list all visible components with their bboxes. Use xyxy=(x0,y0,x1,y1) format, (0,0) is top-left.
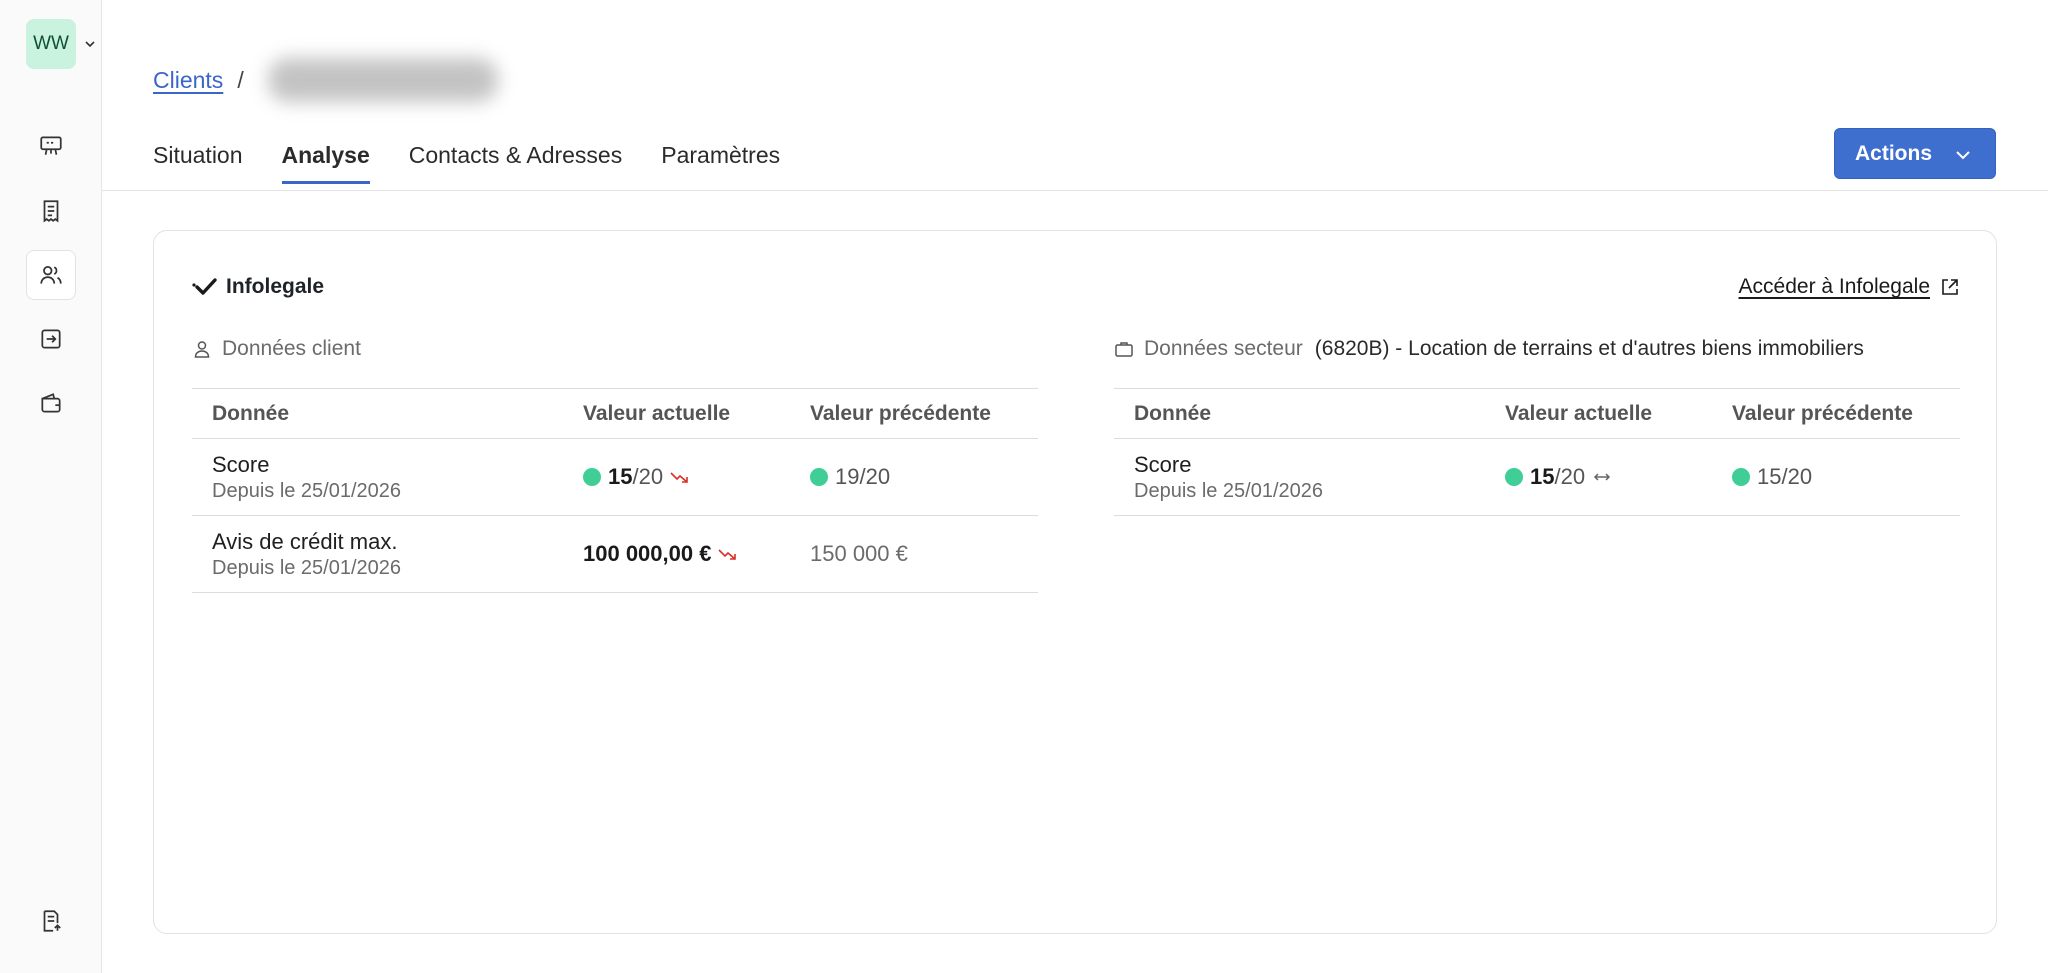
column-header: Valeur actuelle xyxy=(583,388,810,439)
sector-data-table: Donnée Valeur actuelle Valeur précédente… xyxy=(1114,388,1960,516)
trend-down-icon xyxy=(718,549,737,560)
row-label: Score xyxy=(1134,451,1192,477)
nav-wallet[interactable] xyxy=(26,378,76,428)
row-label: Score xyxy=(212,451,270,477)
table-row: Avis de crédit max. Depuis le 25/01/2026… xyxy=(192,515,1038,593)
column-header: Valeur actuelle xyxy=(1505,388,1732,439)
column-header: Valeur précédente xyxy=(810,388,1038,439)
sidebar: WW xyxy=(0,0,102,973)
tab-parametres[interactable]: Paramètres xyxy=(661,142,780,182)
tab-contacts-adresses[interactable]: Contacts & Adresses xyxy=(409,142,623,182)
presentation-icon xyxy=(40,136,62,155)
external-link-label: Accéder à Infolegale xyxy=(1738,275,1930,298)
column-header: Valeur précédente xyxy=(1732,388,1960,439)
client-data-heading: Données client xyxy=(192,334,1038,364)
row-since: Depuis le 25/01/2026 xyxy=(1134,479,1324,502)
header-divider xyxy=(102,190,2048,191)
user-icon xyxy=(194,341,210,358)
current-score-suffix: /20 xyxy=(632,464,664,489)
nav-invoices[interactable] xyxy=(26,186,76,236)
check-icon xyxy=(192,278,217,295)
current-value: 100 000,00 € xyxy=(583,541,810,567)
actions-button[interactable]: Actions xyxy=(1834,128,1996,179)
receipt-icon xyxy=(43,200,59,223)
table-header-row: Donnée Valeur actuelle Valeur précédente xyxy=(1114,388,1960,439)
nav-clients[interactable] xyxy=(26,250,76,300)
trend-stable-icon xyxy=(1594,473,1611,481)
table-row: Score Depuis le 25/01/2026 15 /20 xyxy=(1114,438,1960,516)
chevron-down-icon xyxy=(85,41,95,48)
current-credit: 100 000,00 € xyxy=(583,541,712,566)
previous-score: 19/20 xyxy=(835,464,891,489)
trend-down-icon xyxy=(670,472,688,483)
column-header: Donnée xyxy=(192,388,583,439)
client-data-table: Donnée Valeur actuelle Valeur précédente… xyxy=(192,388,1038,593)
sector-data-section: Données secteur (6820B) - Location de te… xyxy=(1114,334,1960,516)
actions-button-label: Actions xyxy=(1855,141,1933,165)
tab-situation[interactable]: Situation xyxy=(153,142,243,182)
score-dot-icon xyxy=(810,468,828,486)
breadcrumb-separator: / xyxy=(237,66,244,93)
org-avatar[interactable]: WW xyxy=(26,19,76,69)
infolegale-card: Infolegale Accéder à Infolegale Données … xyxy=(153,230,1997,934)
infolegale-external-link[interactable]: Accéder à Infolegale xyxy=(1739,275,1960,299)
client-name-redacted xyxy=(267,58,498,102)
breadcrumb-clients-link[interactable]: Clients xyxy=(153,67,223,94)
nav-export[interactable] xyxy=(26,896,76,946)
client-data-section: Données client Donnée Valeur actuelle Va… xyxy=(192,334,1038,593)
tab-analyse[interactable]: Analyse xyxy=(281,142,370,184)
org-switcher[interactable]: WW xyxy=(26,19,96,69)
row-since: Depuis le 25/01/2026 xyxy=(212,556,402,579)
wallet-icon xyxy=(41,393,61,413)
table-header-row: Donnée Valeur actuelle Valeur précédente xyxy=(192,388,1038,439)
briefcase-icon xyxy=(1115,342,1133,357)
transfer-icon xyxy=(41,329,61,349)
users-icon xyxy=(40,266,62,284)
document-upload-icon xyxy=(43,910,61,932)
card-title: Infolegale xyxy=(192,275,324,299)
previous-score: 15/20 xyxy=(1757,464,1813,489)
sector-data-title: Données secteur xyxy=(1144,337,1303,360)
current-value: 15 /20 xyxy=(583,464,810,490)
row-label: Avis de crédit max. xyxy=(212,528,398,554)
previous-value: 15/20 xyxy=(1732,464,1960,490)
sector-data-heading: Données secteur (6820B) - Location de te… xyxy=(1114,334,1960,364)
row-since: Depuis le 25/01/2026 xyxy=(212,479,402,502)
client-data-title: Données client xyxy=(222,337,361,360)
current-value: 15 /20 xyxy=(1505,464,1732,490)
nav-presentation[interactable] xyxy=(26,121,76,171)
breadcrumb: Clients / xyxy=(153,58,498,102)
tab-bar: Situation Analyse Contacts & Adresses Pa… xyxy=(153,142,819,184)
current-score: 15 xyxy=(608,464,633,489)
previous-credit: 150 000 € xyxy=(810,541,908,566)
external-link-icon xyxy=(1942,279,1958,295)
current-score: 15 xyxy=(1530,464,1555,489)
chevron-down-icon xyxy=(1956,151,1970,160)
column-header: Donnée xyxy=(1114,388,1505,439)
score-dot-icon xyxy=(1732,468,1750,486)
table-row: Score Depuis le 25/01/2026 15 /20 xyxy=(192,438,1038,516)
score-dot-icon xyxy=(583,468,601,486)
current-score-suffix: /20 xyxy=(1554,464,1586,489)
card-title-text: Infolegale xyxy=(226,275,325,298)
sector-code: (6820B) - Location de terrains et d'autr… xyxy=(1314,337,1864,360)
previous-value: 19/20 xyxy=(810,464,1038,490)
score-dot-icon xyxy=(1505,468,1523,486)
nav-transfers[interactable] xyxy=(26,314,76,364)
